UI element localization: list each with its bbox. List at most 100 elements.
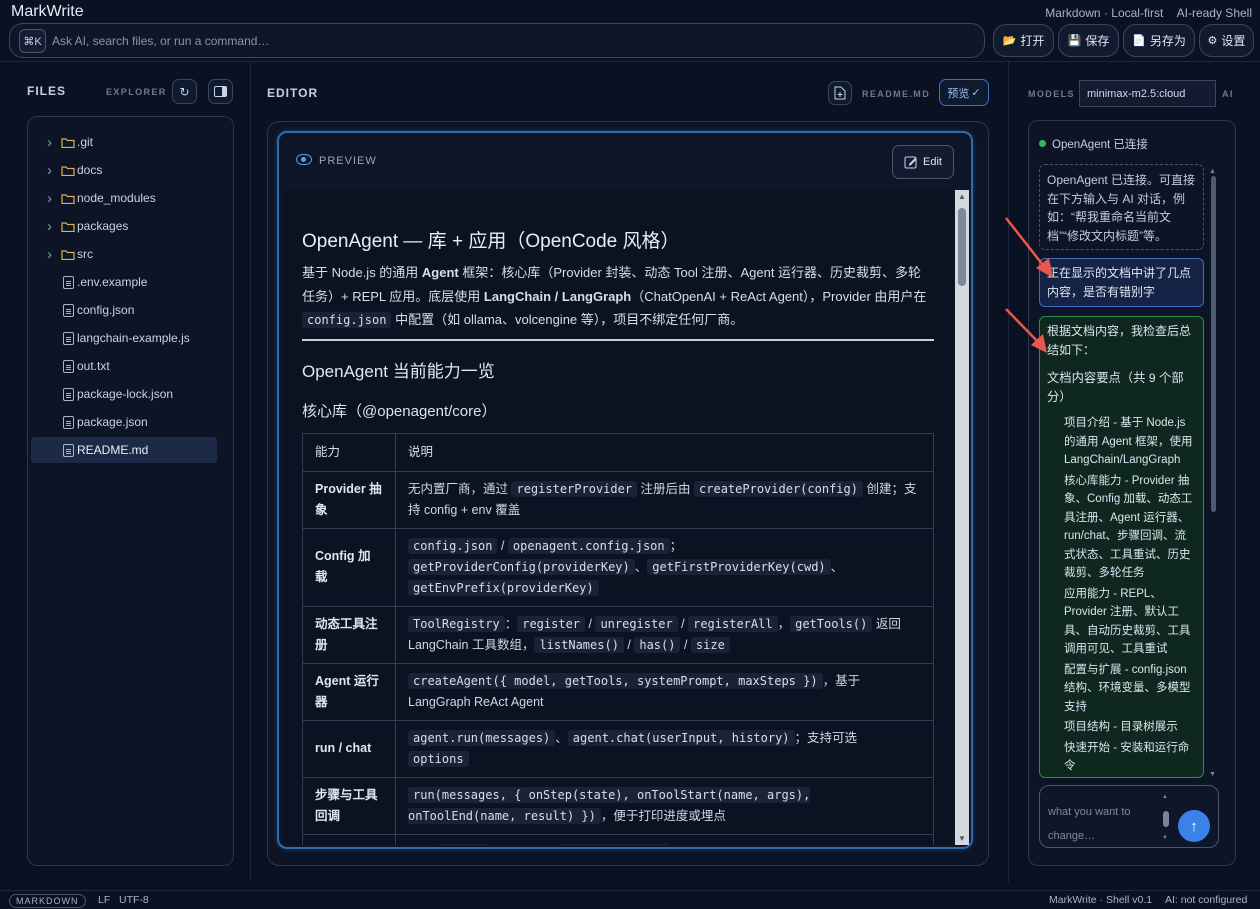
command-input[interactable] [52, 30, 952, 52]
edit-button[interactable]: Edit [892, 145, 954, 179]
edit-label: Edit [923, 156, 942, 168]
command-bar[interactable]: ⌘K [9, 23, 985, 58]
gear-icon: ⚙ [1207, 35, 1218, 47]
chevron-right-icon[interactable]: › [47, 190, 61, 207]
table-cell: 步骤与工具回调 [302, 776, 396, 835]
chat-scroll-thumb[interactable] [1211, 176, 1216, 512]
ai-status: AI: not configured [1165, 894, 1248, 906]
title-bar: MarkWrite Markdown · Local-first AI-read… [0, 0, 1260, 24]
app-version: MarkWrite · Shell v0.1 [1049, 894, 1153, 906]
chevron-right-icon[interactable]: › [47, 162, 61, 179]
table-row: Agent 运行器 createAgent({ model, getTools,… [302, 662, 934, 721]
header-divider [0, 61, 1260, 62]
scroll-down-icon[interactable]: ▼ [1162, 835, 1168, 841]
file-item[interactable]: README.md [31, 437, 217, 463]
table-cell: 流式状态 [302, 833, 396, 845]
table-cell: Config 加载 [302, 527, 396, 607]
composer-scroll-thumb[interactable] [1163, 811, 1169, 827]
models-divider [1008, 62, 1009, 882]
model-selector[interactable] [1079, 80, 1216, 107]
file-icon [63, 275, 74, 289]
table-row: 步骤与工具回调 run(messages, { onStep(state), o… [302, 776, 934, 835]
preview-scrollbar[interactable]: ▲ ▼ [955, 190, 969, 845]
preview-toggle[interactable]: 预览 ✓ [939, 79, 989, 106]
file-icon [63, 359, 74, 373]
file-plus-icon [834, 86, 846, 100]
chat-input[interactable] [1048, 800, 1160, 844]
tag-ai-shell: AI-ready Shell [1176, 6, 1252, 20]
settings-label: 设置 [1221, 34, 1246, 48]
scroll-up-icon[interactable]: ▲ [1162, 794, 1168, 800]
app-title: MarkWrite [11, 3, 84, 20]
capability-table: 能力 说明 Provider 抽象 无内置厂商，通过 registerProvi… [302, 432, 934, 845]
encoding: UTF-8 [119, 894, 149, 906]
file-item[interactable]: package.json [31, 409, 217, 435]
chevron-right-icon[interactable]: › [47, 246, 61, 263]
scroll-down-icon[interactable]: ▼ [1209, 771, 1216, 778]
table-row: Config 加载 config.json / openagent.config… [302, 527, 934, 607]
file-icon [63, 415, 74, 429]
composer-scrollbar[interactable]: ▲ ▼ [1162, 794, 1170, 841]
connection-status: OpenAgent 已连接 [1052, 139, 1148, 151]
scroll-down-icon[interactable]: ▼ [958, 834, 966, 843]
folder-icon [61, 249, 75, 260]
file-name: README.md [77, 443, 149, 457]
system-message: OpenAgent 已连接。可直接在下方输入与 AI 对话，例如：“帮我重命名当… [1039, 164, 1204, 250]
send-button[interactable]: ↑ [1178, 810, 1210, 842]
folder-item[interactable]: › node_modules [31, 185, 217, 211]
table-cell: config.json / openagent.config.json ；getP… [395, 527, 934, 607]
file-item[interactable]: package-lock.json [31, 381, 217, 407]
folder-item[interactable]: › src [31, 241, 217, 267]
arrow-up-icon: ↑ [1190, 817, 1198, 835]
table-row: 动态工具注册 ToolRegistry： register / unregiste… [302, 605, 934, 664]
ai-label: AI [1222, 89, 1234, 99]
refresh-button[interactable]: ↻ [172, 79, 197, 104]
file-name: package.json [77, 415, 148, 429]
save-button[interactable]: 💾 保存 [1058, 24, 1119, 57]
folder-item[interactable]: › docs [31, 157, 217, 183]
folder-item[interactable]: › packages [31, 213, 217, 239]
file-icon: 📄 [1132, 35, 1146, 47]
table-cell: 无内置厂商，通过 registerProvider 注册后由 createPro… [395, 470, 934, 529]
preview-label: PREVIEW [319, 155, 377, 167]
table-header-row: 能力 说明 [302, 432, 934, 472]
preview-toggle-label: 预览 [947, 87, 970, 100]
app-tags: Markdown · Local-first AI-ready Shell [1035, 6, 1252, 20]
file-icon [63, 303, 74, 317]
scroll-thumb[interactable] [958, 208, 966, 286]
ai-message: 根据文档内容，我检查后总结如下： 文档内容要点（共 9 个部分） 项目介绍 - … [1039, 316, 1204, 778]
file-item[interactable]: out.txt [31, 353, 217, 379]
editor-title: EDITOR [267, 86, 319, 100]
scroll-up-icon[interactable]: ▲ [958, 192, 966, 201]
file-item[interactable]: .env.example [31, 269, 217, 295]
file-item[interactable]: langchain-example.js [31, 325, 217, 351]
files-title: FILES [27, 84, 67, 98]
ai-list-item: 核心库能力 - Provider 抽象、Config 加载、动态工具注册、Age… [1064, 474, 1193, 580]
doc-heading-3: 核心库（@openagent/core） [302, 402, 497, 420]
doc-intro: 基于 Node.js 的通用 Agent 框架：核心库（Provider 封装、… [302, 265, 927, 328]
file-name: src [77, 247, 93, 261]
ai-list-item: 项目介绍 - 基于 Node.js 的通用 Agent 框架，使用 LangCh… [1064, 417, 1193, 466]
folder-open-icon: 📂 [1002, 35, 1017, 47]
new-file-button[interactable] [828, 81, 852, 105]
settings-button[interactable]: ⚙ 设置 [1199, 24, 1254, 57]
editor-filename: README.MD [862, 89, 931, 99]
file-item[interactable]: config.json [31, 297, 217, 323]
chevron-right-icon[interactable]: › [47, 218, 61, 235]
file-name: config.json [77, 303, 135, 317]
file-name: .git [77, 135, 94, 149]
chat-scrollbar[interactable]: ▲ ▼ [1207, 168, 1217, 778]
open-button[interactable]: 📂 打开 [993, 24, 1054, 57]
table-cell: run(messages, { onStep(state), onToolSta… [395, 776, 934, 835]
table-cell: run / chat [302, 719, 396, 778]
markdown-preview[interactable]: OpenAgent — 库 + 应用（OpenCode 风格） 基于 Node.… [283, 190, 953, 845]
toggle-sidebar-button[interactable] [208, 79, 233, 104]
doc-divider [302, 338, 934, 341]
chevron-right-icon[interactable]: › [47, 134, 61, 151]
folder-item[interactable]: › .git [31, 129, 217, 155]
mode-badge: MARKDOWN [9, 894, 86, 908]
save-as-button[interactable]: 📄 另存为 [1123, 24, 1195, 57]
models-title: MODELS [1028, 89, 1075, 99]
file-name: out.txt [77, 359, 110, 373]
scroll-up-icon[interactable]: ▲ [1209, 168, 1216, 175]
